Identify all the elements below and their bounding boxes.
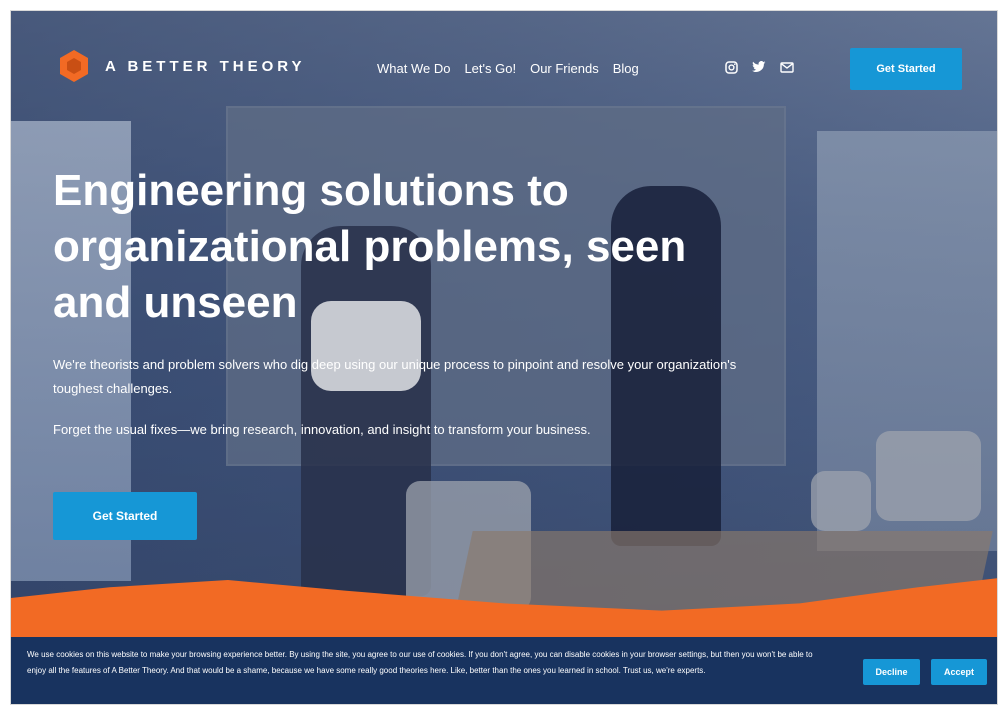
cookie-accept-button[interactable]: Accept [931, 659, 987, 685]
nav-item-lets-go[interactable]: Let's Go! [464, 61, 516, 76]
cookie-banner: We use cookies on this website to make y… [11, 637, 997, 704]
chair [811, 471, 871, 531]
cookie-banner-text: We use cookies on this website to make y… [27, 650, 813, 675]
brand-logo[interactable]: A BETTER THEORY [57, 49, 306, 83]
email-icon[interactable] [779, 59, 795, 75]
hero-get-started-button[interactable]: Get Started [53, 492, 197, 540]
nav-item-our-friends[interactable]: Our Friends [530, 61, 599, 76]
cookie-decline-button[interactable]: Decline [863, 659, 920, 685]
nav-item-blog[interactable]: Blog [613, 61, 639, 76]
brand-name: A BETTER THEORY [105, 57, 306, 75]
hero-title: Engineering solutions to organizational … [53, 166, 687, 327]
nav-item-what-we-do[interactable]: What We Do [377, 61, 450, 76]
hero-subdescription: Forget the usual fixes—we bring research… [53, 422, 591, 437]
header-get-started-button[interactable]: Get Started [850, 48, 962, 90]
main-nav: What We Do Let's Go! Our Friends Blog [377, 61, 639, 76]
hero-description: We're theorists and problem solvers who … [53, 357, 737, 396]
hexagon-logo-icon [57, 49, 91, 83]
website-viewport: A BETTER THEORY What We Do Let's Go! Our… [10, 10, 998, 705]
social-links [723, 59, 795, 75]
chair [876, 431, 981, 521]
instagram-icon[interactable] [723, 59, 739, 75]
twitter-icon[interactable] [751, 59, 767, 75]
